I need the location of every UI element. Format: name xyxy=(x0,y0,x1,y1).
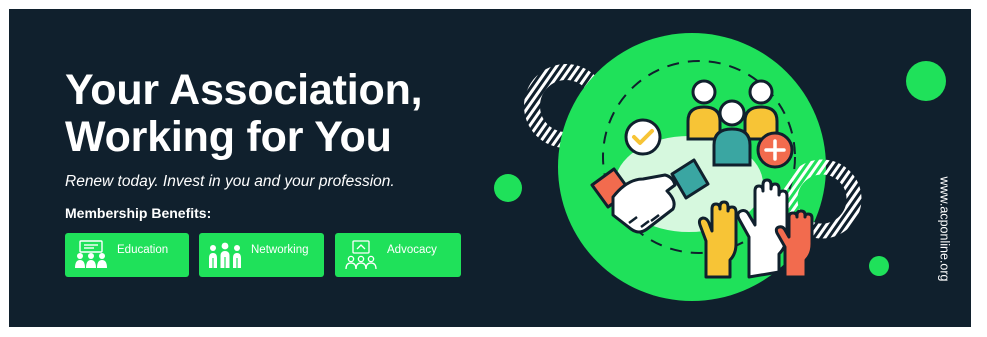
website-url-text[interactable]: www.acponline.org xyxy=(937,177,951,282)
membership-illustration xyxy=(494,33,946,301)
green-dot-large xyxy=(906,61,946,101)
membership-banner: Your Association, Working for You Renew … xyxy=(9,9,971,327)
green-dot-medium xyxy=(494,174,522,202)
green-dot-small xyxy=(869,256,889,276)
check-badge-icon xyxy=(624,118,662,156)
add-person-icon xyxy=(756,131,794,169)
website-url[interactable]: www.acponline.org xyxy=(929,159,959,299)
